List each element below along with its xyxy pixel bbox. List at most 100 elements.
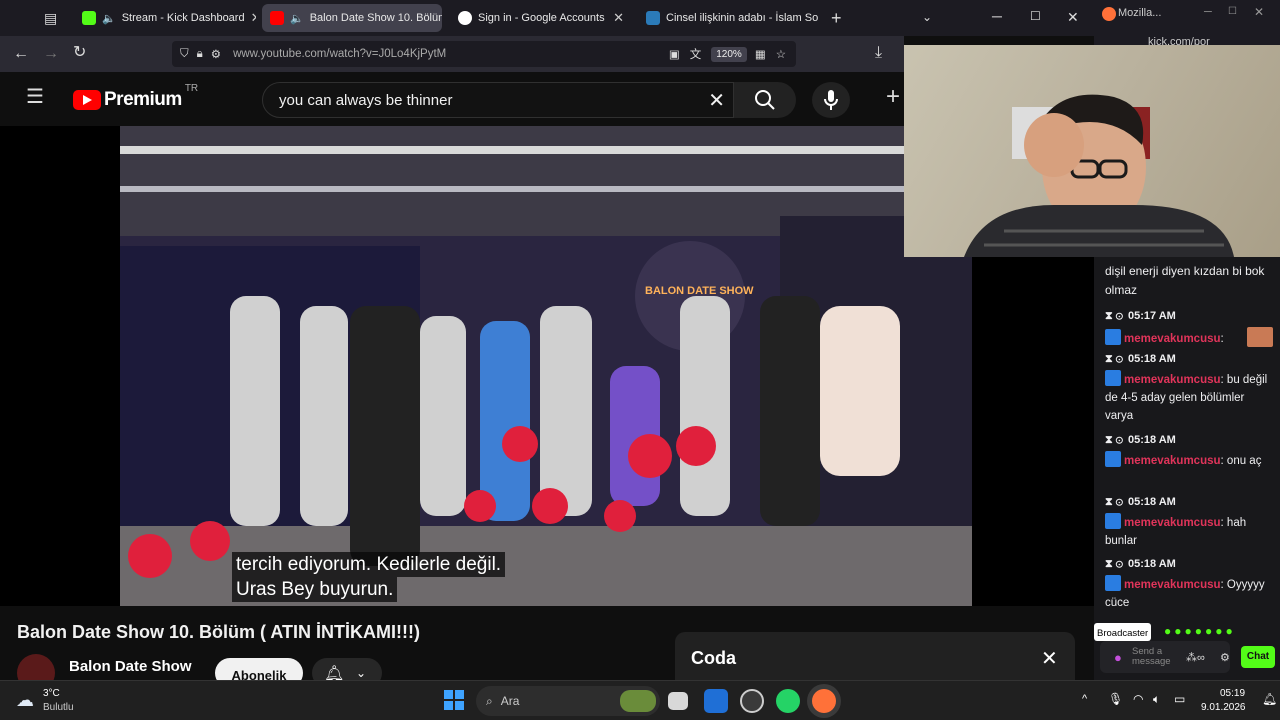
youtube-play-icon bbox=[73, 90, 101, 110]
chat-message: ⧗ ⊙ 05:18 AM memevakumcusu: onu aç bbox=[1105, 431, 1275, 470]
video-frame[interactable]: BALON DATE SHOW bbox=[120, 126, 972, 606]
taskbar-search[interactable]: ⌕ Ara bbox=[476, 686, 660, 716]
clock-time[interactable]: 05:19 bbox=[1220, 688, 1245, 699]
close-icon[interactable]: ✕ bbox=[1041, 646, 1058, 671]
whatsapp-icon[interactable] bbox=[776, 689, 800, 713]
search-input[interactable]: you can always be thinner ✕ bbox=[262, 82, 734, 118]
obs-icon[interactable] bbox=[740, 689, 764, 713]
broadcaster-tooltip: Broadcaster bbox=[1094, 623, 1152, 641]
chat-message: ⧗ ⊙ 05:17 AM memevakumcusu: bbox=[1105, 307, 1275, 348]
bookmark-star-icon[interactable]: ☆ bbox=[776, 47, 786, 61]
kick-favicon bbox=[82, 11, 96, 25]
mail-icon[interactable] bbox=[704, 689, 728, 713]
logo-text: Premium bbox=[104, 89, 182, 110]
zoom-level[interactable]: 120% bbox=[711, 46, 747, 62]
chat-text: onu aç bbox=[1226, 455, 1262, 467]
firefox-icon[interactable] bbox=[812, 689, 836, 713]
chevron-down-icon[interactable]: ⌄ bbox=[922, 11, 932, 23]
coda-panel[interactable]: Coda ✕ bbox=[675, 632, 1075, 680]
settings-icon[interactable]: ⚙ bbox=[1220, 649, 1230, 667]
chat-username[interactable]: memevakumcusu bbox=[1124, 455, 1221, 467]
chat-placeholder: Send a message bbox=[1132, 646, 1171, 667]
chevron-up-icon[interactable]: ^ bbox=[1082, 693, 1087, 705]
tab-label: Cinsel ilişkinin adabı - İslam Soru bbox=[666, 12, 818, 24]
wifi-icon[interactable]: ◠ bbox=[1133, 692, 1143, 706]
site-favicon bbox=[646, 11, 660, 25]
chat-username[interactable]: memevakumcusu bbox=[1124, 333, 1221, 345]
search-icon bbox=[755, 90, 775, 110]
shield-icon[interactable]: ⛉ bbox=[180, 48, 189, 61]
youtube-header: ☰ Premium TR you can always be thinner ✕… bbox=[0, 72, 904, 126]
video-title: Balon Date Show 10. Bölüm ( ATIN İNTİKAM… bbox=[17, 622, 420, 642]
translate-icon[interactable]: 文 bbox=[690, 46, 702, 62]
tab-kick[interactable]: 🔈 Stream - Kick Dashboard ✕ bbox=[74, 4, 256, 32]
windows-start-icon[interactable] bbox=[444, 690, 464, 710]
chat-username[interactable]: memevakumcusu bbox=[1124, 517, 1221, 529]
task-view-icon[interactable] bbox=[668, 692, 688, 710]
minimize-icon[interactable]: ─ bbox=[1204, 7, 1212, 18]
chat-message: ⧗ ⊙ 05:18 AM memevakumcusu: Oyyyyy cüce bbox=[1105, 555, 1275, 612]
extensions-icon[interactable]: ▦ bbox=[755, 47, 766, 61]
address-bar[interactable]: ⛉ 🔒︎ ⚙ www.youtube.com/watch?v=J0Lo4KjPy… bbox=[172, 41, 796, 67]
badge-icon: ⧗ ⊙ bbox=[1105, 558, 1123, 570]
kick-badge-icon bbox=[1105, 513, 1121, 529]
microphone-icon[interactable]: ● bbox=[1114, 649, 1122, 667]
maximize-icon[interactable]: ☐ bbox=[1030, 10, 1041, 22]
chat-send-button[interactable]: Chat bbox=[1241, 646, 1275, 668]
close-icon[interactable]: ✕ bbox=[613, 10, 624, 26]
reload-icon[interactable]: ↻ bbox=[73, 45, 86, 61]
close-window-icon[interactable]: ✕ bbox=[1254, 6, 1264, 18]
chevron-down-icon: ⌄ bbox=[356, 666, 367, 680]
speaker-icon[interactable]: 🔈︎ bbox=[1153, 692, 1160, 707]
emote-bar[interactable]: ●●●●●●● bbox=[1164, 622, 1236, 640]
permissions-icon[interactable]: ⚙ bbox=[211, 47, 221, 61]
notification-icon[interactable]: 🔔︎ bbox=[1262, 692, 1277, 706]
lock-icon[interactable]: 🔒︎ bbox=[197, 48, 203, 61]
youtube-logo[interactable]: Premium TR bbox=[73, 83, 198, 111]
chat-username[interactable]: memevakumcusu bbox=[1124, 374, 1221, 386]
chat-message: dişil enerji diyen kızdan bi bok olmaz bbox=[1105, 264, 1265, 297]
emote-picker-icon[interactable]: ⁂∞ bbox=[1186, 649, 1205, 667]
back-icon[interactable]: ← bbox=[13, 46, 29, 62]
clock-date[interactable]: 9.01.2026 bbox=[1201, 702, 1246, 713]
channel-name[interactable]: Balon Date Show bbox=[69, 658, 192, 675]
country-code: TR bbox=[184, 83, 199, 94]
chat-username[interactable]: memevakumcusu bbox=[1124, 579, 1221, 591]
tab-label: Sign in - Google Accounts bbox=[478, 12, 605, 24]
close-window-icon[interactable]: ✕ bbox=[1067, 10, 1079, 24]
search-icon: ⌕ bbox=[486, 693, 493, 708]
tab-list-icon[interactable]: ▤ bbox=[44, 11, 57, 25]
search-button[interactable] bbox=[734, 82, 796, 118]
timestamp: 05:17 AM bbox=[1127, 310, 1176, 322]
weather-desc[interactable]: Bulutlu bbox=[43, 702, 74, 713]
firefox-icon bbox=[1102, 7, 1116, 21]
badge-icon: ⧗ ⊙ bbox=[1105, 434, 1123, 446]
navigation-bar: ← → ↻ ⛉ 🔒︎ ⚙ www.youtube.com/watch?v=J0L… bbox=[0, 36, 904, 72]
close-icon[interactable]: ✕ bbox=[251, 10, 256, 26]
speaker-icon: 🔈 bbox=[102, 12, 116, 25]
webcam-overlay bbox=[904, 45, 1280, 257]
taskbar-search-label: Ara bbox=[500, 694, 520, 708]
tab-label: Stream - Kick Dashboard bbox=[121, 12, 245, 24]
minimize-icon[interactable]: ─ bbox=[992, 9, 1002, 23]
tab-islam[interactable]: Cinsel ilişkinin adabı - İslam Soru ✕ bbox=[638, 4, 818, 32]
tab-youtube[interactable]: 🔈 Balon Date Show 10. Bölüm ✕ bbox=[262, 4, 442, 32]
new-tab-icon[interactable]: + bbox=[831, 9, 842, 27]
badge-icon: ⧗ ⊙ bbox=[1105, 353, 1123, 365]
tab-google[interactable]: Sign in - Google Accounts ✕ bbox=[450, 4, 632, 32]
search-value: you can always be thinner bbox=[279, 91, 453, 109]
microphone-icon[interactable]: 🎙︎ bbox=[1108, 692, 1123, 706]
chat-input[interactable]: ● Send a message ⁂∞ ⚙ bbox=[1100, 641, 1230, 673]
picture-icon[interactable]: ▣ bbox=[669, 47, 680, 61]
battery-icon[interactable]: ▭ bbox=[1174, 692, 1185, 706]
download-icon[interactable]: ⤓ bbox=[875, 45, 882, 61]
voice-search-button[interactable] bbox=[812, 82, 850, 118]
youtube-favicon bbox=[270, 11, 284, 25]
maximize-icon[interactable]: ☐ bbox=[1228, 7, 1237, 17]
coda-title: Coda bbox=[691, 648, 736, 668]
cloud-icon[interactable]: ☁ bbox=[16, 690, 34, 711]
create-icon[interactable]: + bbox=[886, 85, 900, 109]
clear-search-icon[interactable]: ✕ bbox=[708, 88, 725, 113]
weather-temp[interactable]: 3°C bbox=[43, 688, 60, 699]
menu-icon[interactable]: ☰ bbox=[26, 87, 44, 107]
